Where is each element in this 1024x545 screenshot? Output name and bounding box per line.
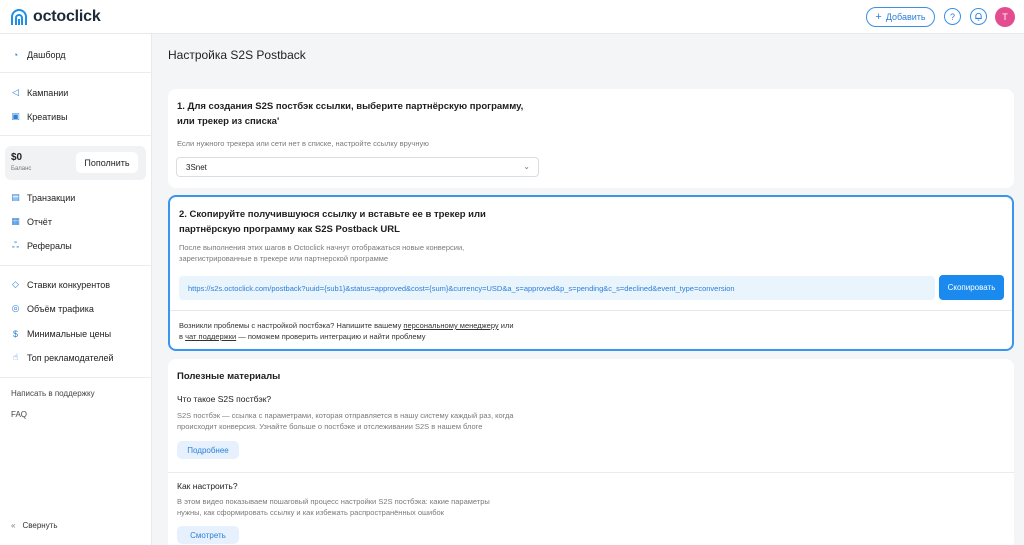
step1-hint: Если нужного трекера или сети нет в спис… <box>177 139 429 148</box>
question-icon: ? <box>949 11 955 22</box>
image-icon: ▣ <box>11 111 20 121</box>
page-title: Настройка S2S Postback <box>168 48 306 62</box>
step2-title-line1: 2. Скопируйте получившуюся ссылку и вста… <box>179 209 486 220</box>
balance-label: Баланс <box>11 166 32 172</box>
step1-title: 1. Для создания S2S постбэк ссылки, выбе… <box>177 99 523 129</box>
logo-text: octoclick <box>33 8 101 25</box>
material-title: Как настроить? <box>177 481 238 491</box>
material-desc-line: S2S постбэк — ссылка с параметрами, кото… <box>177 411 514 420</box>
balance-amount: $0 <box>11 152 23 163</box>
postback-url-text: https://s2s.octoclick.com/postback?uuid=… <box>188 283 735 293</box>
sidebar-item-label: Объём трафика <box>27 303 94 314</box>
materials-title: Полезные материалы <box>177 371 281 382</box>
bell-icon <box>975 12 982 21</box>
step2-desc-line2: зарегистрированные в трекере или партнер… <box>179 254 389 263</box>
topup-button[interactable]: Пополнить <box>76 152 138 173</box>
sidebar-item-top-advertisers[interactable]: ☝ Топ рекламодателей <box>10 352 114 363</box>
step2-title: 2. Скопируйте получившуюся ссылку и вста… <box>179 207 486 237</box>
step2-title-line2: партнёрскую программу как S2S Postback U… <box>179 224 400 235</box>
add-button-label: Добавить <box>885 12 926 22</box>
plus-icon: + <box>875 10 882 23</box>
step2-description: После выполнения этих шагов в Octoclick … <box>179 242 464 264</box>
sidebar-item-creatives[interactable]: ▣ Креативы <box>10 111 67 122</box>
step1-card: 1. Для создания S2S постбэк ссылки, выбе… <box>168 89 1014 188</box>
personal-manager-link[interactable]: персональному менеджеру <box>403 321 498 330</box>
sidebar-item-label: Топ рекламодателей <box>27 352 114 363</box>
postback-url-field[interactable]: https://s2s.octoclick.com/postback?uuid=… <box>179 276 935 300</box>
logo[interactable]: octoclick <box>9 7 101 27</box>
sidebar-item-label: Отчёт <box>27 216 52 227</box>
help-text-part: или <box>498 321 514 330</box>
dollar-icon: $ <box>12 328 18 339</box>
divider <box>0 265 152 266</box>
sidebar-item-min-prices[interactable]: $ Минимальные цены <box>10 328 111 339</box>
help-button[interactable]: ? <box>944 8 961 25</box>
divider <box>0 377 152 378</box>
sidebar: ◔ Дашборд ◁ Кампании ▣ Креативы $0 Балан… <box>0 34 152 545</box>
referrals-icon: ஃ <box>11 239 20 250</box>
chevron-down-icon: ⌄ <box>523 162 530 171</box>
material-desc-line: В этом видео показываем пошаговый процес… <box>177 497 490 506</box>
divider <box>168 472 1014 473</box>
material-description: В этом видео показываем пошаговый процес… <box>177 496 490 518</box>
watch-button[interactable]: Смотреть <box>177 526 239 544</box>
sidebar-item-referrals[interactable]: ஃ Рефералы <box>10 240 72 251</box>
dashboard-icon: ◔ <box>12 49 19 60</box>
transactions-icon: ▤ <box>11 192 20 202</box>
balance-card: $0 Баланс Пополнить <box>5 146 146 180</box>
help-text: Возникли проблемы с настройкой постбэка?… <box>179 320 514 342</box>
step2-card: 2. Скопируйте получившуюся ссылку и вста… <box>168 195 1014 351</box>
support-chat-link[interactable]: чат поддержки <box>185 332 236 341</box>
sidebar-item-label: Дашборд <box>27 49 66 60</box>
report-icon: ▦ <box>11 216 20 226</box>
megaphone-icon: ◁ <box>12 87 19 97</box>
partner-select[interactable]: 3Snet ⌄ <box>176 157 539 177</box>
layers-icon: ◇ <box>12 279 19 289</box>
sidebar-item-label: Ставки конкурентов <box>27 279 111 290</box>
sidebar-item-label: Минимальные цены <box>27 328 112 339</box>
sidebar-item-label: Рефералы <box>27 240 72 251</box>
help-text-part: Возникли проблемы с настройкой постбэка?… <box>179 321 404 330</box>
add-button[interactable]: + Добавить <box>866 7 935 27</box>
globe-icon: ◎ <box>11 303 20 313</box>
step1-title-line1: 1. Для создания S2S постбэк ссылки, выбе… <box>177 101 524 112</box>
collapse-sidebar-button[interactable]: « Свернуть <box>11 521 58 530</box>
partner-select-value: 3Snet <box>186 162 207 172</box>
material-desc-line: нужны, как сформировать ссылку и как изб… <box>177 508 444 517</box>
sidebar-item-competitor-bids[interactable]: ◇ Ставки конкурентов <box>10 279 110 290</box>
sidebar-item-dashboard[interactable]: ◔ Дашборд <box>10 49 66 60</box>
step1-title-line2: или трекер из списка' <box>177 116 280 127</box>
sidebar-item-campaigns[interactable]: ◁ Кампании <box>10 87 68 98</box>
sidebar-item-label: Кампании <box>27 87 69 98</box>
divider <box>0 135 152 136</box>
notifications-button[interactable] <box>970 8 987 25</box>
avatar[interactable]: T <box>995 7 1015 27</box>
material-title: Что такое S2S постбэк? <box>177 394 272 404</box>
sidebar-item-transactions[interactable]: ▤ Транзакции <box>10 192 75 203</box>
material-desc-line: происходит конверсия. Узнайте больше о п… <box>177 422 483 431</box>
copy-button[interactable]: Скопировать <box>939 275 1004 300</box>
double-chevron-left-icon: « <box>11 521 16 530</box>
divider <box>0 72 152 73</box>
collapse-label: Свернуть <box>22 521 58 530</box>
sidebar-item-label: Креативы <box>27 111 68 122</box>
divider <box>170 310 1012 311</box>
faq-link[interactable]: FAQ <box>11 410 27 419</box>
octopus-logo-icon <box>11 9 27 25</box>
step2-desc-line1: После выполнения этих шагов в Octoclick … <box>179 243 465 252</box>
support-link[interactable]: Написать в поддержку <box>11 389 95 398</box>
sidebar-item-label: Транзакции <box>27 192 76 203</box>
sidebar-item-report[interactable]: ▦ Отчёт <box>10 216 52 227</box>
sidebar-item-traffic-volume[interactable]: ◎ Объём трафика <box>10 303 94 314</box>
material-description: S2S постбэк — ссылка с параметрами, кото… <box>177 410 514 432</box>
more-button[interactable]: Подробнее <box>177 441 239 459</box>
help-text-part: — поможем проверить интеграцию и найти п… <box>236 332 426 341</box>
materials-card: Полезные материалы Что такое S2S постбэк… <box>168 359 1014 545</box>
hand-icon: ☝ <box>12 352 19 362</box>
top-bar: octoclick + Добавить ? T <box>0 0 1024 34</box>
